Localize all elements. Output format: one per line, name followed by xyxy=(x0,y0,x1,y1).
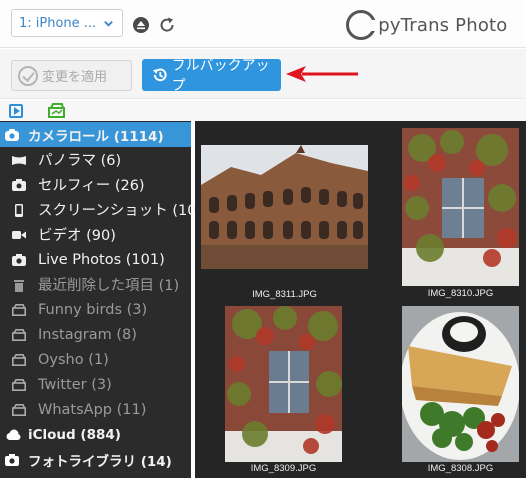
top-bar: 1: iPhone ... opyTrans Photo xyxy=(0,0,526,48)
view-tab-strip xyxy=(0,100,526,121)
chevron-down-icon xyxy=(104,21,113,27)
sidebar-item-label: スクリーンショット (104) xyxy=(38,203,212,219)
logo-c-mark xyxy=(346,10,378,40)
sidebar-item-label: Live Photos (101) xyxy=(38,251,165,268)
sidebar-item-label: iCloud (884) xyxy=(28,426,121,443)
red-arrow-annotation xyxy=(286,66,358,82)
sidebar-item-label: ビデオ (90) xyxy=(38,228,116,244)
apply-changes-label: 変更を適用 xyxy=(42,70,108,85)
food-plate-photo-image xyxy=(402,306,519,462)
history-icon xyxy=(152,68,167,82)
device-dropdown-label: 1: iPhone ... xyxy=(19,15,97,31)
photo-caption: IMG_8308.JPG xyxy=(427,463,494,474)
sidebar-item-photo-library[interactable]: フォトライブラリ (14) xyxy=(0,447,191,472)
live-photo-camera-icon xyxy=(12,253,26,266)
copytrans-logo: opyTrans Photo xyxy=(346,8,508,42)
selfie-camera-icon xyxy=(12,178,26,191)
sidebar-item-camera-roll[interactable]: カメラロール (1114) xyxy=(0,122,191,147)
sidebar-item-label: セルフィー (26) xyxy=(38,178,145,194)
album-icon xyxy=(12,303,26,316)
sidebar-item-funny-birds[interactable]: Funny birds (3) xyxy=(0,297,191,322)
sidebar-item-label: パノラマ (6) xyxy=(38,153,122,169)
apply-changes-button[interactable]: 変更を適用 xyxy=(11,60,132,91)
full-backup-button[interactable]: フルバックアップ xyxy=(142,58,281,94)
building-photo-image xyxy=(201,145,368,269)
sidebar-item-screenshots[interactable]: スクリーンショット (104) xyxy=(0,197,211,222)
sidebar-item-label: カメラロール (1114) xyxy=(28,128,164,145)
sidebar-item-panorama[interactable]: パノラマ (6) xyxy=(0,147,191,172)
video-camera-icon xyxy=(12,229,26,241)
photo-caption: IMG_8311.JPG xyxy=(252,289,317,300)
sidebar-item-instagram[interactable]: Instagram (8) xyxy=(0,322,191,347)
sidebar-item-recently-deleted[interactable]: 最近削除した項目 (1) xyxy=(0,272,191,297)
album-icon xyxy=(12,328,26,341)
sidebar-item-label: Twitter (3) xyxy=(38,376,112,393)
sidebar-item-video[interactable]: ビデオ (90) xyxy=(0,222,191,247)
checkmark-icon xyxy=(18,65,38,86)
camera-icon xyxy=(5,453,19,466)
cloud-icon xyxy=(5,429,21,441)
album-icon xyxy=(12,378,26,391)
sidebar-item-label: WhatsApp (11) xyxy=(38,401,147,418)
photo-thumbnail[interactable] xyxy=(225,306,342,462)
sidebar-item-whatsapp[interactable]: WhatsApp (11) xyxy=(0,397,191,422)
toolbar: 変更を適用 フルバックアップ xyxy=(0,49,526,99)
refresh-icon[interactable] xyxy=(158,16,176,34)
photo-caption: IMG_8309.JPG xyxy=(250,463,317,474)
sidebar-item-label: Oysho (1) xyxy=(38,351,109,368)
tab-album-icon[interactable] xyxy=(48,102,66,118)
device-dropdown[interactable]: 1: iPhone ... xyxy=(11,9,123,37)
sidebar-item-oysho[interactable]: Oysho (1) xyxy=(0,347,191,372)
sidebar-item-label: 最近削除した項目 (1) xyxy=(38,278,180,294)
album-icon xyxy=(12,403,26,416)
photo-thumbnail[interactable] xyxy=(201,145,368,269)
sidebar-item-twitter[interactable]: Twitter (3) xyxy=(0,372,191,397)
ivy-window-photo-image xyxy=(225,306,342,462)
logo-text: opyTrans Photo xyxy=(367,14,508,36)
full-backup-label: フルバックアップ xyxy=(171,58,270,94)
panorama-icon xyxy=(12,154,26,166)
ivy-window-photo-image xyxy=(402,128,519,286)
eject-icon[interactable] xyxy=(133,17,149,33)
sidebar-item-label: フォトライブラリ (14) xyxy=(28,453,172,470)
sidebar-item-label: Funny birds (3) xyxy=(38,301,148,318)
sidebar-item-selfie[interactable]: セルフィー (26) xyxy=(0,172,191,197)
camera-roll-icon xyxy=(5,128,19,141)
photo-caption: IMG_8310.JPG xyxy=(427,288,494,299)
photo-thumbnail[interactable] xyxy=(402,128,519,286)
tab-video-icon[interactable] xyxy=(9,104,23,118)
photo-gallery: IMG_8311.JPG IMG_8310.JPG IMG_8309.JPG I… xyxy=(195,121,526,478)
sidebar-item-label: Instagram (8) xyxy=(38,326,137,343)
trash-icon xyxy=(12,279,26,292)
photo-thumbnail[interactable] xyxy=(402,306,519,462)
sidebar-item-live-photos[interactable]: Live Photos (101) xyxy=(0,247,191,272)
sidebar-item-icloud[interactable]: iCloud (884) xyxy=(0,422,191,447)
album-icon xyxy=(12,353,26,366)
album-sidebar: カメラロール (1114) パノラマ (6) セルフィー (26) スクリーンシ… xyxy=(0,121,211,478)
phone-screenshot-icon xyxy=(12,203,26,217)
